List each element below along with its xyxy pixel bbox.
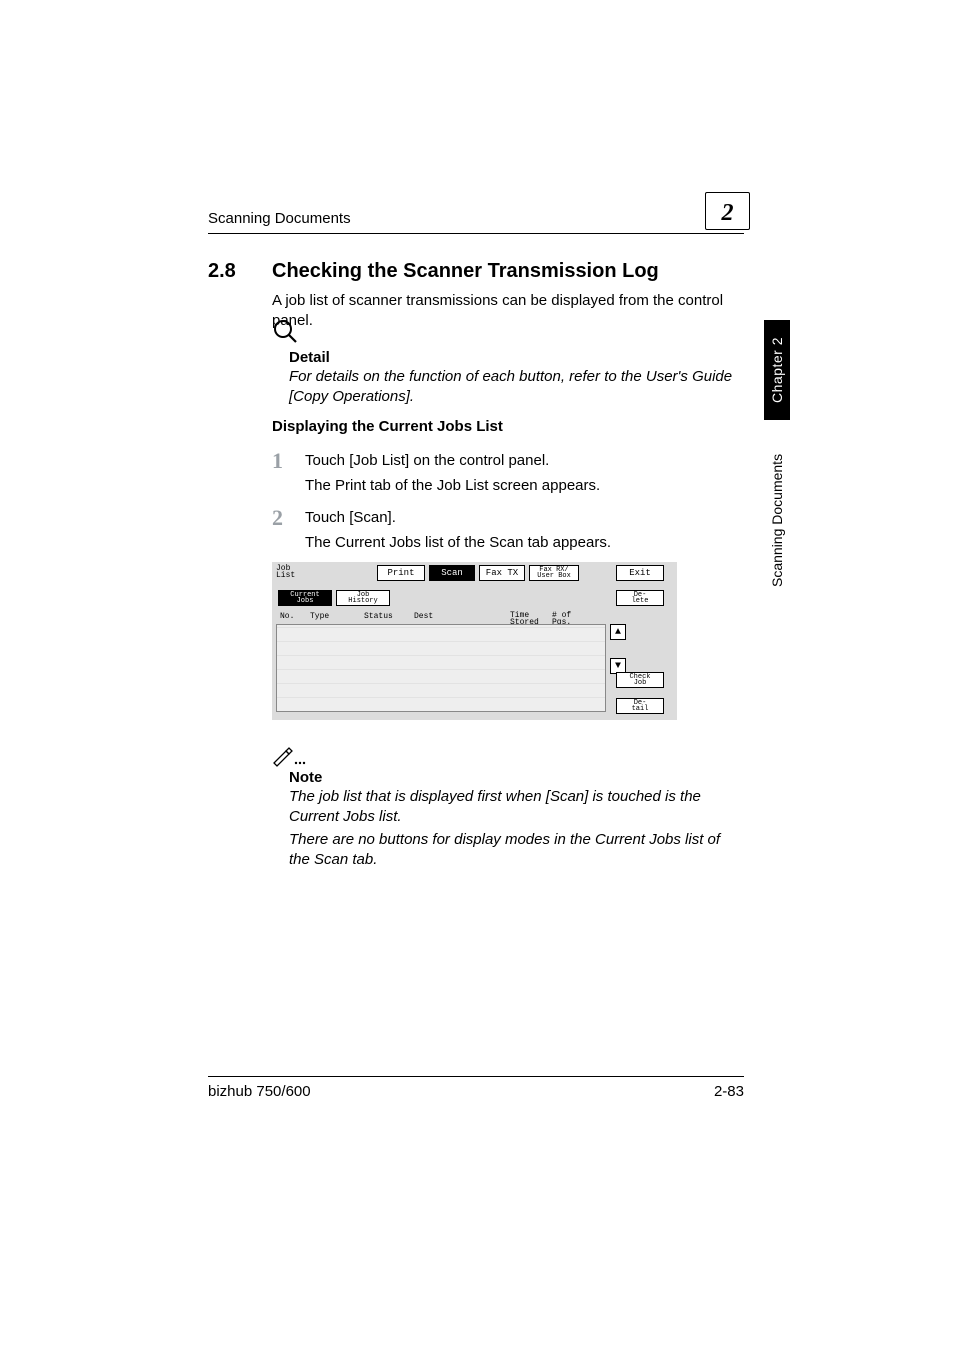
- subheading: Displaying the Current Jobs List: [272, 418, 503, 435]
- running-head: Scanning Documents: [208, 210, 351, 227]
- side-tab-chapter: Chapter 2: [764, 320, 790, 420]
- side-tab-title: Scanning Documents: [764, 435, 790, 605]
- panel-col-no: No.: [280, 612, 294, 621]
- pen-icon: [272, 745, 306, 772]
- section-intro: A job list of scanner transmissions can …: [272, 291, 744, 332]
- step-1-result: The Print tab of the Job List screen app…: [305, 477, 600, 494]
- panel-button-check-job[interactable]: Check Job: [616, 672, 664, 688]
- chapter-number-badge: 2: [705, 192, 750, 230]
- panel-subtab-job-history[interactable]: Job History: [336, 590, 390, 606]
- note-paragraph-2: There are no buttons for display modes i…: [289, 830, 744, 871]
- detail-label: Detail: [289, 349, 330, 366]
- step-1-instruction: Touch [Job List] on the control panel.: [305, 452, 549, 469]
- section-number: 2.8: [208, 260, 236, 283]
- panel-button-delete[interactable]: De- lete: [616, 590, 664, 606]
- panel-col-status: Status: [364, 612, 393, 621]
- panel-tab-scan[interactable]: Scan: [429, 565, 475, 581]
- section-title: Checking the Scanner Transmission Log: [272, 260, 659, 283]
- note-paragraph-1: The job list that is displayed first whe…: [289, 787, 744, 828]
- step-2-instruction: Touch [Scan].: [305, 509, 396, 526]
- panel-tab-exit[interactable]: Exit: [616, 565, 664, 581]
- panel-scroll-up[interactable]: ▲: [610, 624, 626, 640]
- panel-tab-print[interactable]: Print: [377, 565, 425, 581]
- panel-table-area: [276, 624, 606, 712]
- panel-tab-faxtx[interactable]: Fax TX: [479, 565, 525, 581]
- panel-button-detail[interactable]: De- tail: [616, 698, 664, 714]
- panel-job-list-label: Job List: [276, 566, 295, 580]
- footer-page-number: 2-83: [714, 1083, 744, 1100]
- step-1-number: 1: [272, 448, 283, 474]
- step-2-number: 2: [272, 505, 283, 531]
- footer-model: bizhub 750/600: [208, 1083, 311, 1100]
- magnifier-icon: [272, 318, 298, 349]
- detail-text: For details on the function of each butt…: [289, 367, 744, 408]
- step-2-result: The Current Jobs list of the Scan tab ap…: [305, 534, 611, 551]
- panel-col-dest: Dest: [414, 612, 433, 621]
- note-label: Note: [289, 769, 322, 786]
- panel-subtab-current-jobs[interactable]: Current Jobs: [278, 590, 332, 606]
- footer-rule: [208, 1076, 744, 1077]
- panel-tab-faxrx[interactable]: Fax RX/ User Box: [529, 565, 579, 581]
- control-panel-screenshot: Job List Print Scan Fax TX Fax RX/ User …: [272, 562, 677, 720]
- header-rule: [208, 233, 744, 234]
- panel-col-type: Type: [310, 612, 329, 621]
